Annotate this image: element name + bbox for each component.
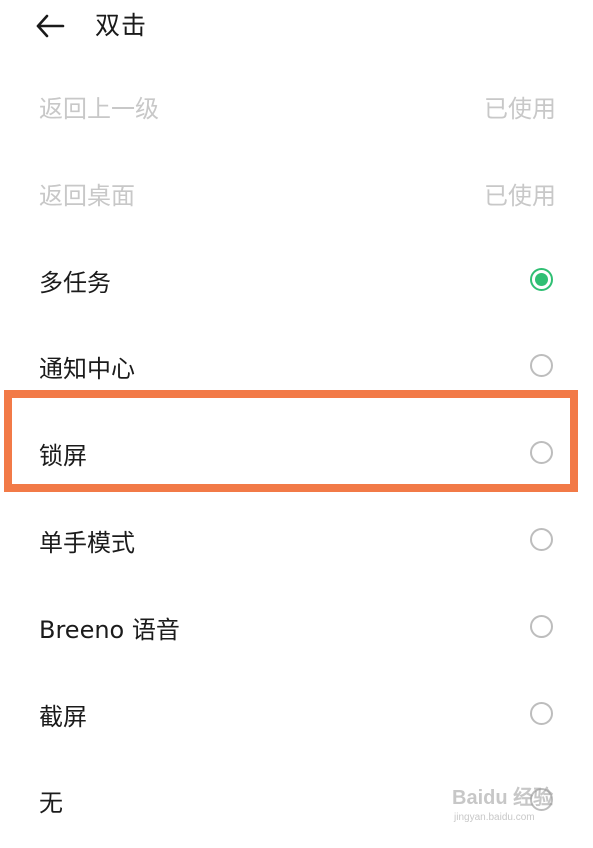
option-notification-center[interactable]: 通知中心 bbox=[0, 326, 593, 413]
baidu-watermark: Baidu 经验 jingyan.baidu.com bbox=[452, 786, 582, 836]
option-status-used: 已使用 bbox=[484, 181, 556, 210]
option-label: 通知中心 bbox=[39, 355, 135, 384]
radio-unselected-icon[interactable] bbox=[530, 701, 553, 725]
radio-unselected-icon[interactable] bbox=[530, 441, 553, 465]
arrow-left-icon[interactable] bbox=[34, 12, 66, 40]
option-label: Breeno 语音 bbox=[39, 615, 180, 644]
option-home: 返回桌面 已使用 bbox=[0, 153, 593, 240]
option-breeno-voice[interactable]: Breeno 语音 bbox=[0, 587, 593, 674]
option-back: 返回上一级 已使用 bbox=[0, 66, 593, 153]
option-label: 锁屏 bbox=[39, 442, 87, 471]
watermark-logo: Baidu 经验 bbox=[452, 787, 554, 809]
radio-unselected-icon[interactable] bbox=[530, 354, 553, 378]
radio-selected-icon[interactable] bbox=[530, 267, 553, 291]
option-multitask[interactable]: 多任务 bbox=[0, 240, 593, 327]
radio-unselected-icon[interactable] bbox=[530, 527, 553, 551]
option-screenshot[interactable]: 截屏 bbox=[0, 674, 593, 761]
option-label: 返回桌面 bbox=[39, 181, 135, 210]
option-status-used: 已使用 bbox=[484, 95, 556, 123]
option-label: 无 bbox=[39, 789, 63, 818]
option-label: 多任务 bbox=[39, 268, 111, 297]
option-lock-screen[interactable]: 锁屏 bbox=[0, 413, 593, 500]
radio-unselected-icon[interactable] bbox=[530, 614, 553, 638]
watermark-url: jingyan.baidu.com bbox=[454, 812, 535, 823]
option-one-hand-mode[interactable]: 单手模式 bbox=[0, 500, 593, 587]
double-tap-options-list: 返回上一级 已使用 返回桌面 已使用 多任务 通知中心 锁屏 单手模式 Bree… bbox=[0, 66, 593, 847]
page-title: 双击 bbox=[95, 11, 148, 40]
app-header: 双击 bbox=[0, 0, 593, 58]
option-label: 返回上一级 bbox=[39, 95, 159, 123]
option-label: 截屏 bbox=[39, 702, 87, 731]
option-label: 单手模式 bbox=[39, 528, 135, 557]
